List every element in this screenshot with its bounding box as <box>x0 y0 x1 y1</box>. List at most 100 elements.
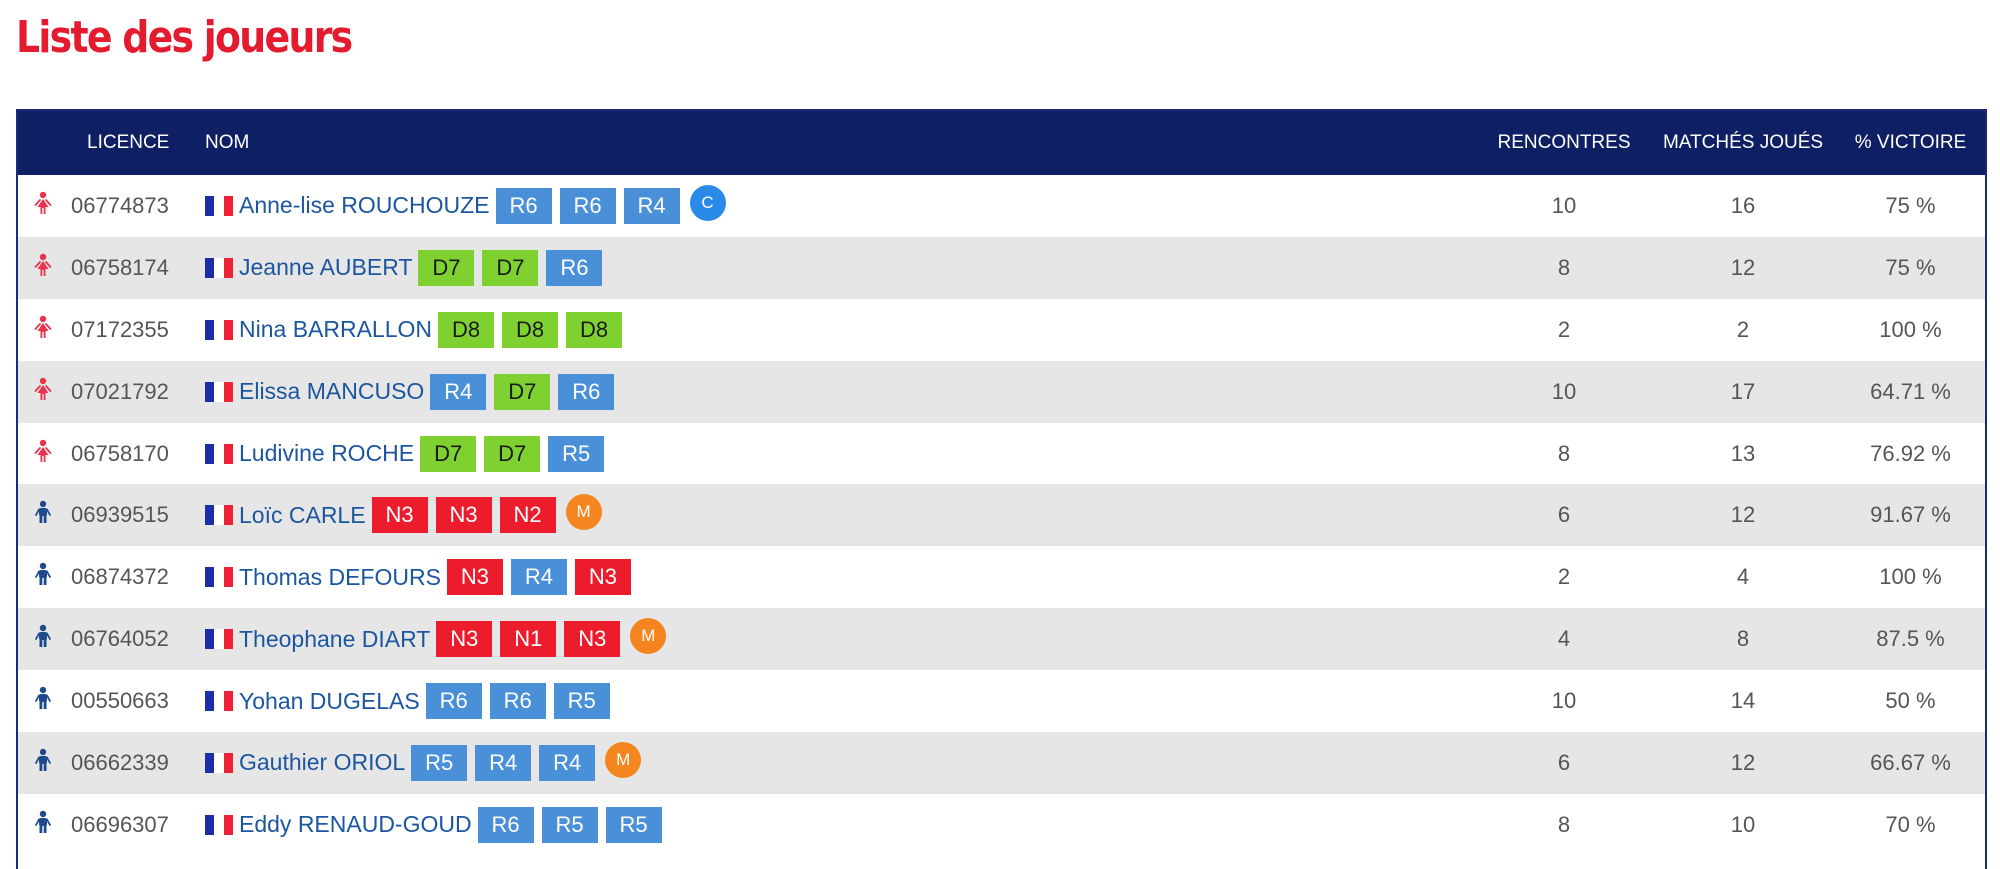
name-cell: Ludivine ROCHE D7 D7 R5 <box>205 423 1474 485</box>
rank-badge: R4 <box>539 744 596 781</box>
rank-badge: R5 <box>553 683 610 720</box>
players-table: LICENCE NOM RENCONTRES MATCHÉS JOUÉS % V… <box>16 109 1987 869</box>
matches-cell: 2 <box>1736 316 1750 342</box>
licence-cell: 06662339 <box>71 749 169 775</box>
male-player-icon <box>34 501 52 529</box>
victoire-cell: 100 % <box>1879 564 1942 590</box>
rencontres-cell: 8 <box>1557 254 1571 280</box>
rank-badge: R6 <box>495 187 552 224</box>
female-player-icon <box>34 315 52 344</box>
rank-badge: N3 <box>371 497 428 534</box>
licence-cell: 07021792 <box>71 378 169 404</box>
role-badge: M <box>630 618 667 655</box>
matches-cell: 16 <box>1730 192 1756 218</box>
rank-badge: D7 <box>482 249 539 286</box>
gender-cell <box>18 794 67 856</box>
player-name-link[interactable]: Jeanne AUBERT <box>239 254 412 281</box>
rank-badge: N3 <box>564 621 621 658</box>
name-cell: Eddy RENAUD-GOUD R6 R5 R5 <box>205 794 1474 856</box>
victoire-cell: 75 % <box>1885 254 1936 280</box>
france-flag-icon <box>205 752 233 773</box>
victoire-cell: 66.67 % <box>1870 749 1951 775</box>
table-row: 00550663 Yohan DUGELAS R6 R6 R5 10 14 50 % <box>18 670 1985 733</box>
male-player-icon <box>34 624 52 653</box>
player-name-link[interactable]: Nina BARRALLON <box>239 316 432 343</box>
header-licence[interactable]: LICENCE <box>67 111 205 175</box>
victoire-cell: 100 % <box>1879 316 1942 342</box>
name-cell: Loïc CARLE N3 N3 N2 M <box>205 484 1474 546</box>
female-player-icon <box>34 191 52 220</box>
matches-cell: 14 <box>1730 688 1756 714</box>
france-flag-icon <box>205 381 233 402</box>
header-nom[interactable]: NOM <box>205 111 1474 175</box>
female-player-icon <box>34 439 52 468</box>
player-name-link[interactable]: Loïc CARLE <box>239 502 366 529</box>
header-matches-joues[interactable]: MATCHÉS JOUÉS <box>1654 111 1832 175</box>
header-victoire[interactable]: % VICTOIRE <box>1832 111 1985 175</box>
rank-badge: D8 <box>566 311 623 348</box>
name-cell: Thomas DEFOURS N3 R4 N3 <box>205 546 1474 608</box>
page-title: Liste des joueurs <box>16 12 353 63</box>
victoire-cell: 76.92 % <box>1870 440 1951 466</box>
player-name-link[interactable]: Anne-lise ROUCHOUZE <box>239 192 490 219</box>
player-name-link[interactable]: Eddy RENAUD-GOUD <box>239 811 472 838</box>
player-name-link[interactable]: Thomas DEFOURS <box>239 564 441 591</box>
role-badge: M <box>565 494 602 531</box>
rank-badge: D7 <box>420 435 477 472</box>
male-player-icon <box>34 686 52 715</box>
licence-cell: 06774873 <box>71 192 169 218</box>
player-name-link[interactable]: Ludivine ROCHE <box>239 440 414 467</box>
table-row: 06764052 Theophane DIART N3 N1 N3 M 4 8 87.5 % <box>18 608 1985 671</box>
licence-cell: 06696307 <box>71 811 169 837</box>
rank-badge: R5 <box>411 744 468 781</box>
gender-cell <box>18 484 67 546</box>
matches-cell: 12 <box>1730 502 1756 528</box>
rencontres-cell: 4 <box>1557 626 1571 652</box>
rencontres-cell: 6 <box>1557 502 1571 528</box>
france-flag-icon <box>205 567 233 588</box>
table-row: 07021792 Elissa MANCUSO R4 D7 R6 10 17 64.71 % <box>18 360 1985 423</box>
matches-cell: 10 <box>1730 811 1756 837</box>
rank-badge: R4 <box>475 744 532 781</box>
male-player-icon <box>34 563 52 591</box>
name-cell: Gauthier ORIOL R5 R4 R4 M <box>205 732 1474 794</box>
rank-badge: N3 <box>574 559 631 596</box>
table-header-row: LICENCE NOM RENCONTRES MATCHÉS JOUÉS % V… <box>18 111 1985 175</box>
rencontres-cell: 8 <box>1557 440 1571 466</box>
rank-badge: R5 <box>605 806 662 843</box>
rank-badge: D7 <box>484 435 541 472</box>
rank-badge: R6 <box>559 187 616 224</box>
table-row: 06939515 Loïc CARLE N3 N3 N2 M 6 12 91.67 % <box>18 484 1985 547</box>
player-name-link[interactable]: Yohan DUGELAS <box>239 688 420 715</box>
rank-badge: R6 <box>546 249 603 286</box>
rank-badge: R4 <box>430 373 487 410</box>
gender-cell <box>18 670 67 732</box>
licence-cell: 06939515 <box>71 502 169 528</box>
licence-cell: 06874372 <box>71 564 169 590</box>
role-badge: M <box>605 741 642 778</box>
rank-badge: N3 <box>446 559 503 596</box>
gender-cell <box>18 361 67 423</box>
player-name-link[interactable]: Elissa MANCUSO <box>239 378 424 405</box>
victoire-cell: 50 % <box>1885 688 1936 714</box>
rank-badge: D7 <box>494 373 551 410</box>
rank-badge: R4 <box>510 559 567 596</box>
table-row: 06696307 Eddy RENAUD-GOUD R6 R5 R5 8 10 70 % <box>18 793 1985 856</box>
player-name-link[interactable]: Gauthier ORIOL <box>239 749 405 776</box>
header-rencontres[interactable]: RENCONTRES <box>1474 111 1654 175</box>
licence-cell: 06758170 <box>71 440 169 466</box>
france-flag-icon <box>205 443 233 464</box>
rencontres-cell: 6 <box>1557 749 1571 775</box>
rank-badge: R5 <box>548 435 605 472</box>
female-player-icon <box>34 377 52 406</box>
role-badge: C <box>689 184 726 221</box>
table-row: 06758174 Jeanne AUBERT D7 D7 R6 8 12 75 % <box>18 236 1985 299</box>
rank-badge: R6 <box>489 683 546 720</box>
player-name-link[interactable]: Theophane DIART <box>239 626 430 653</box>
matches-cell: 8 <box>1736 626 1750 652</box>
gender-cell <box>18 608 67 670</box>
victoire-cell: 91.67 % <box>1870 502 1951 528</box>
rank-badge: D7 <box>418 249 475 286</box>
rencontres-cell: 10 <box>1551 192 1577 218</box>
victoire-cell: 87.5 % <box>1876 626 1945 652</box>
